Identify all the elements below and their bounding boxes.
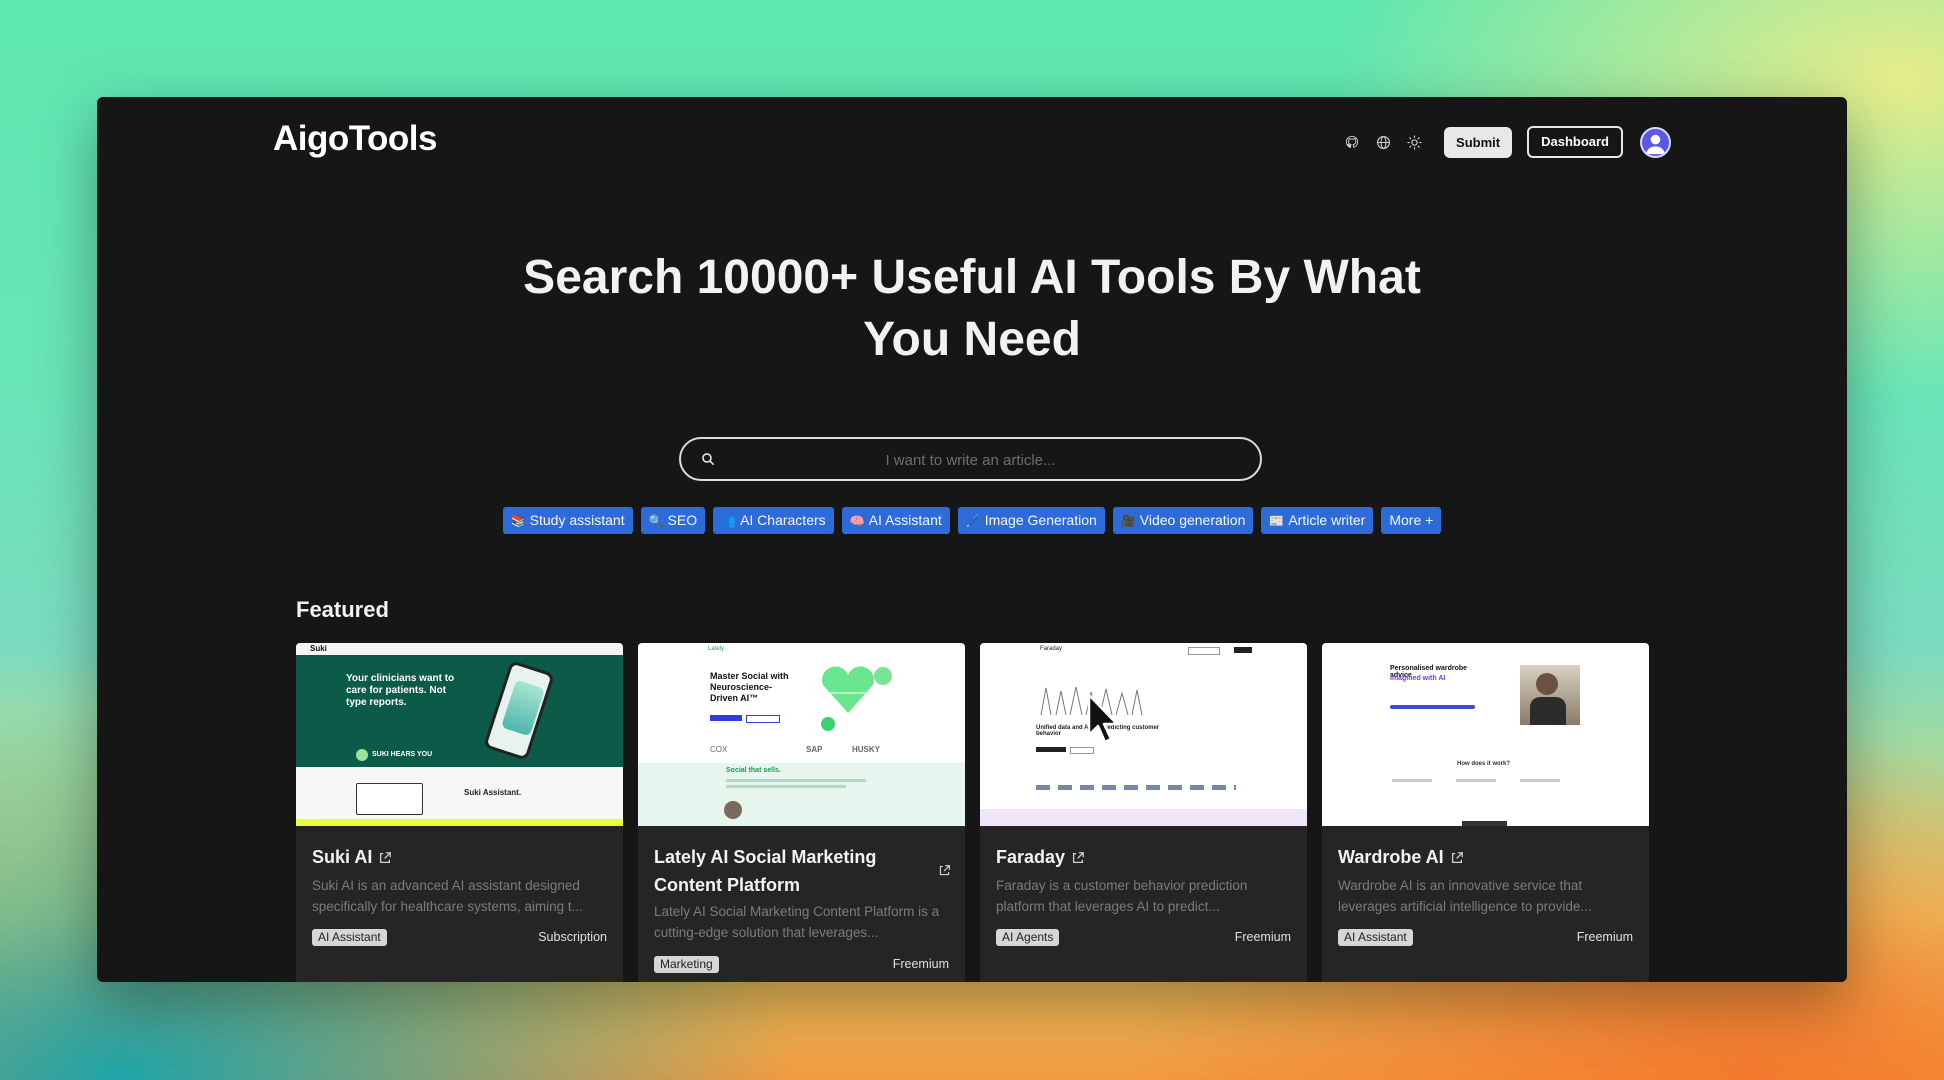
- pricing-label: Subscription: [538, 930, 607, 944]
- user-avatar[interactable]: [1640, 126, 1671, 158]
- tag-seo[interactable]: 🔍 SEO: [640, 507, 706, 534]
- card-thumbnail[interactable]: Suki Your clinicians want to care for pa…: [296, 643, 623, 826]
- card-description: Faraday is a customer behavior predictio…: [996, 878, 1248, 914]
- people-icon: 👥: [721, 514, 737, 528]
- hero-line-1: Search 10000+ Useful AI Tools By What: [523, 251, 1421, 304]
- brain-icon: 🧠: [849, 514, 865, 528]
- external-link-icon[interactable]: [938, 864, 951, 877]
- pricing-label: Freemium: [1576, 930, 1633, 944]
- card-title[interactable]: Lately AI Social Marketing Content Platf…: [654, 843, 924, 899]
- external-link-icon[interactable]: [1450, 851, 1464, 865]
- category-badge[interactable]: AI Assistant: [1338, 929, 1413, 946]
- pricing-label: Freemium: [892, 957, 949, 971]
- card-title[interactable]: Wardrobe AI: [1338, 843, 1618, 871]
- external-link-icon[interactable]: [1071, 851, 1085, 865]
- pricing-label: Freemium: [1234, 930, 1291, 944]
- github-icon[interactable]: [1341, 131, 1363, 153]
- search-box[interactable]: [679, 437, 1262, 481]
- card-title[interactable]: Suki AI: [312, 843, 592, 871]
- external-link-icon[interactable]: [378, 851, 392, 865]
- tag-article-writer[interactable]: 📰 Article writer: [1261, 507, 1374, 534]
- hero-line-2: You Need: [863, 313, 1081, 366]
- tag-ai-assistant[interactable]: 🧠 AI Assistant: [841, 507, 950, 534]
- search-input[interactable]: [721, 439, 1220, 481]
- card-description: Wardrobe AI is an innovative service tha…: [1338, 878, 1592, 914]
- featured-cards: Suki Your clinicians want to care for pa…: [296, 643, 1664, 982]
- sun-icon[interactable]: [1403, 131, 1425, 153]
- site-logo[interactable]: AigoTools: [273, 119, 438, 159]
- magnifier-icon: 🔍: [648, 514, 664, 528]
- category-badge[interactable]: Marketing: [654, 956, 719, 973]
- header-actions: Submit Dashboard: [1341, 126, 1671, 158]
- newspaper-icon: 📰: [1269, 514, 1285, 528]
- tool-card-lately-ai[interactable]: Lately Master Social with Neuroscience-D…: [638, 643, 965, 982]
- card-title[interactable]: Faraday: [996, 843, 1276, 871]
- tool-card-wardrobe-ai[interactable]: Personalised wardrobe advice Imagined wi…: [1322, 643, 1649, 982]
- card-thumbnail[interactable]: Lately Master Social with Neuroscience-D…: [638, 643, 965, 826]
- tag-video-generation[interactable]: 🎥 Video generation: [1112, 507, 1254, 534]
- category-tags: 📚 Study assistant 🔍 SEO 👥 AI Characters 🧠 AI…: [97, 507, 1847, 534]
- video-camera-icon: 🎥: [1120, 514, 1136, 528]
- pen-icon: 🖊️: [965, 514, 981, 528]
- card-thumbnail[interactable]: Faraday Unified data and AI for predicti…: [980, 643, 1307, 826]
- category-badge[interactable]: AI Agents: [996, 929, 1060, 946]
- tag-study-assistant[interactable]: 📚 Study assistant: [502, 507, 633, 534]
- submit-button[interactable]: Submit: [1444, 126, 1513, 158]
- card-description: Suki AI is an advanced AI assistant desi…: [312, 878, 583, 914]
- tag-image-generation[interactable]: 🖊️ Image Generation: [957, 507, 1105, 534]
- card-description: Lately AI Social Marketing Content Platf…: [654, 904, 940, 940]
- tool-card-faraday[interactable]: Faraday Unified data and AI for predicti…: [980, 643, 1307, 982]
- globe-icon[interactable]: [1372, 131, 1394, 153]
- tag-ai-characters[interactable]: 👥 AI Characters: [713, 507, 834, 534]
- dashboard-button[interactable]: Dashboard: [1527, 126, 1623, 158]
- card-thumbnail[interactable]: Personalised wardrobe advice Imagined wi…: [1322, 643, 1649, 826]
- books-icon: 📚: [510, 514, 526, 528]
- mouse-pointer-icon: [1087, 693, 1119, 744]
- hero-heading: Search 10000+ Useful AI Tools By What Yo…: [97, 247, 1847, 371]
- tool-card-suki-ai[interactable]: Suki Your clinicians want to care for pa…: [296, 643, 623, 982]
- search-icon: [702, 453, 715, 466]
- more-tags-button[interactable]: More +: [1381, 507, 1442, 534]
- category-badge[interactable]: AI Assistant: [312, 929, 387, 946]
- featured-heading: Featured: [296, 597, 389, 622]
- user-icon: [1645, 134, 1666, 154]
- browser-window: AigoTools Submit Dashboard Search 10000+…: [97, 97, 1847, 982]
